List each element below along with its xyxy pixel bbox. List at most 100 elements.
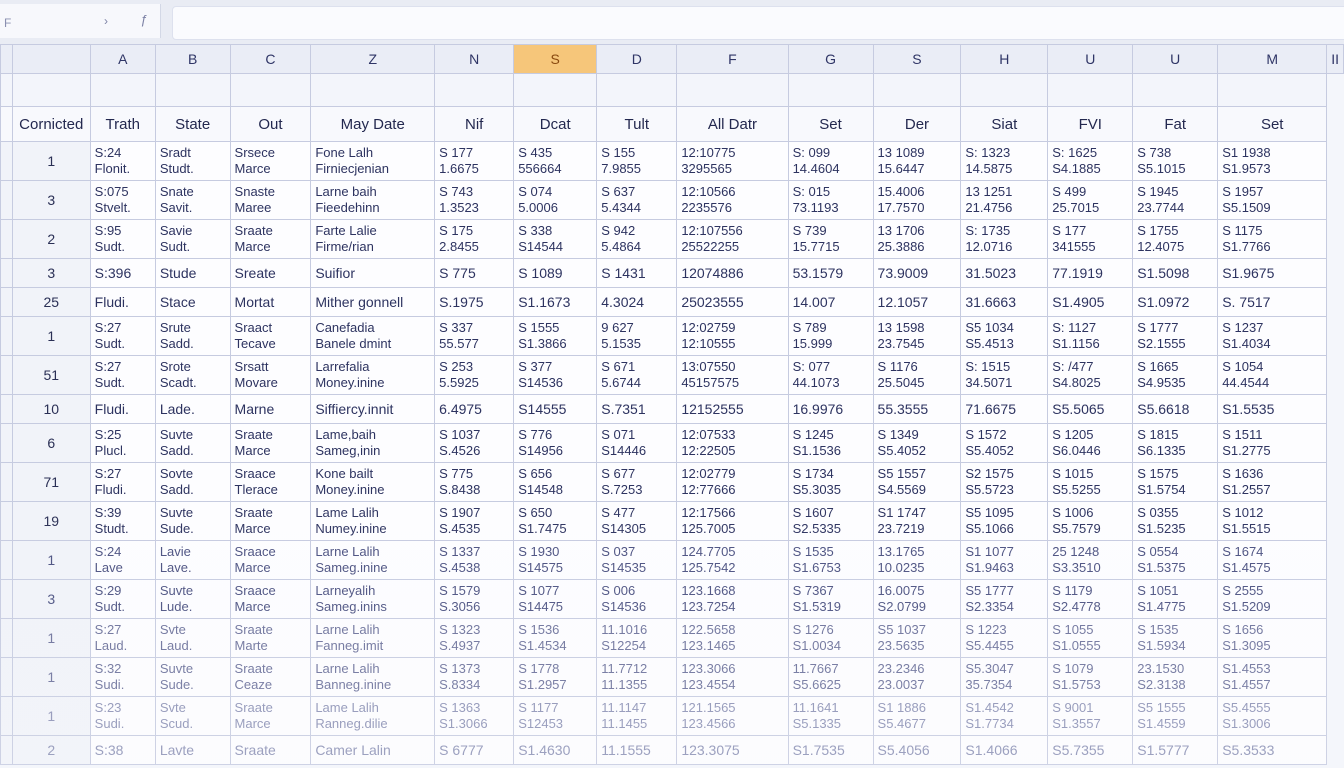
table-cell[interactable]: Sraate Marte <box>229 618 312 658</box>
empty-cell[interactable] <box>787 73 874 107</box>
table-cell[interactable]: S5 1777 S2.3354 <box>960 579 1049 619</box>
table-cell[interactable]: Lame Lalih Ranneg.dilie <box>310 696 436 736</box>
table-cell[interactable]: 123.3066 123.4554 <box>676 657 789 697</box>
table-cell[interactable]: S:396 <box>89 258 156 288</box>
table-cell[interactable]: S 1223 S5.4455 <box>960 618 1049 658</box>
table-cell[interactable]: S 671 5.6744 <box>596 355 678 395</box>
table-cell[interactable]: S 1555 S1.3866 <box>513 316 598 356</box>
row-number[interactable]: 1 <box>11 141 91 181</box>
table-cell[interactable]: S5.3047 35.7354 <box>960 657 1049 697</box>
table-cell[interactable]: S 1431 <box>596 258 678 288</box>
table-cell[interactable]: S5 1555 S1.4559 <box>1132 696 1219 736</box>
empty-cell[interactable] <box>310 73 436 107</box>
table-cell[interactable]: Sovte Sadd. <box>154 462 231 502</box>
table-cell[interactable]: S 1535 S1.5934 <box>1132 618 1219 658</box>
table-cell[interactable]: Snaste Maree <box>229 180 312 220</box>
table-cell[interactable]: S 435 556664 <box>513 141 598 181</box>
field-header-cell[interactable]: Set <box>787 106 874 142</box>
row-header[interactable] <box>0 316 13 356</box>
table-cell[interactable]: S:95 Sudt. <box>89 219 156 259</box>
table-cell[interactable]: 13:07550 45157575 <box>676 355 789 395</box>
name-box[interactable]: F › ƒ <box>0 4 161 38</box>
table-cell[interactable]: S 1572 S5.4052 <box>960 423 1049 463</box>
table-cell[interactable]: S1.4630 <box>513 735 598 765</box>
row-number[interactable]: 3 <box>11 180 91 220</box>
table-cell[interactable]: S 1957 S5.1509 <box>1217 180 1328 220</box>
table-cell[interactable]: S 1907 S.4535 <box>434 501 515 541</box>
column-header-n[interactable]: N <box>434 44 515 74</box>
table-cell[interactable]: 11.1016 S12254 <box>596 618 678 658</box>
table-cell[interactable]: S:39 Studt. <box>89 501 156 541</box>
table-cell[interactable]: S 2555 S1.5209 <box>1217 579 1328 619</box>
table-cell[interactable]: 14.007 <box>787 287 874 317</box>
empty-cell[interactable] <box>89 73 156 107</box>
row-number[interactable]: 1 <box>11 696 91 736</box>
table-cell[interactable]: Larne baih Fieedehinn <box>310 180 436 220</box>
table-cell[interactable]: 12074886 <box>676 258 789 288</box>
field-header-cell[interactable]: Set <box>1217 106 1328 142</box>
table-cell[interactable]: 9 627 5.1535 <box>596 316 678 356</box>
row-number[interactable]: 1 <box>11 316 91 356</box>
table-cell[interactable]: S1 1077 S1.9463 <box>960 540 1049 580</box>
row-header[interactable] <box>0 106 13 142</box>
table-cell[interactable]: 11.1147 11.1455 <box>596 696 678 736</box>
row-header[interactable] <box>0 394 13 424</box>
table-cell[interactable]: 13 1089 15.6447 <box>872 141 962 181</box>
table-cell[interactable]: S.1975 <box>434 287 515 317</box>
table-cell[interactable]: Lavte <box>154 735 231 765</box>
table-cell[interactable]: S:27 Fludi. <box>89 462 156 502</box>
table-cell[interactable]: S 1015 S5.5255 <box>1047 462 1134 502</box>
table-cell[interactable]: Camer Lalin <box>310 735 436 765</box>
table-cell[interactable]: Marne <box>229 394 312 424</box>
table-cell[interactable]: 13 1706 25.3886 <box>872 219 962 259</box>
table-cell[interactable]: S1.4066 <box>960 735 1049 765</box>
column-header-s[interactable]: S <box>513 44 598 74</box>
table-cell[interactable]: S 1778 S1.2957 <box>513 657 598 697</box>
table-cell[interactable]: Suvte Sadd. <box>154 423 231 463</box>
table-cell[interactable]: 11.1555 <box>596 735 678 765</box>
table-cell[interactable]: Sraace Marce <box>229 540 312 580</box>
table-cell[interactable]: S 942 5.4864 <box>596 219 678 259</box>
table-cell[interactable]: S 1179 S2.4778 <box>1047 579 1134 619</box>
table-cell[interactable]: S:075 Stvelt. <box>89 180 156 220</box>
table-cell[interactable]: S 253 5.5925 <box>434 355 515 395</box>
empty-cell[interactable] <box>872 73 962 107</box>
table-cell[interactable]: S 1777 S2.1555 <box>1132 316 1219 356</box>
table-cell[interactable]: S 7367 S1.5319 <box>787 579 874 619</box>
row-number[interactable]: 1 <box>11 657 91 697</box>
table-cell[interactable]: S 677 S.7253 <box>596 462 678 502</box>
table-cell[interactable]: S5.4555 S1.3006 <box>1217 696 1328 736</box>
table-cell[interactable]: Suifior <box>310 258 436 288</box>
table-cell[interactable]: S 177 1.6675 <box>434 141 515 181</box>
table-cell[interactable]: S: 015 73.1193 <box>787 180 874 220</box>
table-cell[interactable]: S: 1625 S4.1885 <box>1047 141 1134 181</box>
table-cell[interactable]: S 1237 S1.4034 <box>1217 316 1328 356</box>
table-cell[interactable]: Kone bailt Money.inine <box>310 462 436 502</box>
table-cell[interactable]: 13 1251 21.4756 <box>960 180 1049 220</box>
table-cell[interactable]: S 175 2.8455 <box>434 219 515 259</box>
table-cell[interactable]: Svte Laud. <box>154 618 231 658</box>
table-cell[interactable]: S:27 Laud. <box>89 618 156 658</box>
table-cell[interactable]: 25023555 <box>676 287 789 317</box>
table-cell[interactable]: Sraate Marce <box>229 423 312 463</box>
table-cell[interactable]: Fone Lalh Firniecjenian <box>310 141 436 181</box>
table-cell[interactable]: S 1079 S1.5753 <box>1047 657 1134 697</box>
column-header-b[interactable]: B <box>154 44 231 74</box>
table-cell[interactable]: S 743 1.3523 <box>434 180 515 220</box>
table-cell[interactable]: S 1077 S14475 <box>513 579 598 619</box>
table-cell[interactable]: 4.3024 <box>596 287 678 317</box>
table-cell[interactable]: S 1323 S.4937 <box>434 618 515 658</box>
column-header-m[interactable]: M <box>1217 44 1328 74</box>
table-cell[interactable]: Larrefalia Money.inine <box>310 355 436 395</box>
table-cell[interactable]: S2 1575 S5.5723 <box>960 462 1049 502</box>
table-cell[interactable]: Savie Sudt. <box>154 219 231 259</box>
row-number[interactable]: 51 <box>11 355 91 395</box>
table-cell[interactable]: 13.1765 10.0235 <box>872 540 962 580</box>
table-cell[interactable]: S 1054 44.4544 <box>1217 355 1328 395</box>
table-cell[interactable]: S1.4905 <box>1047 287 1134 317</box>
table-cell[interactable]: S5 1034 S5.4513 <box>960 316 1049 356</box>
empty-cell[interactable] <box>154 73 231 107</box>
table-cell[interactable]: Mortat <box>229 287 312 317</box>
table-cell[interactable]: S 1055 S1.0555 <box>1047 618 1134 658</box>
table-cell[interactable]: S 074 5.0006 <box>513 180 598 220</box>
